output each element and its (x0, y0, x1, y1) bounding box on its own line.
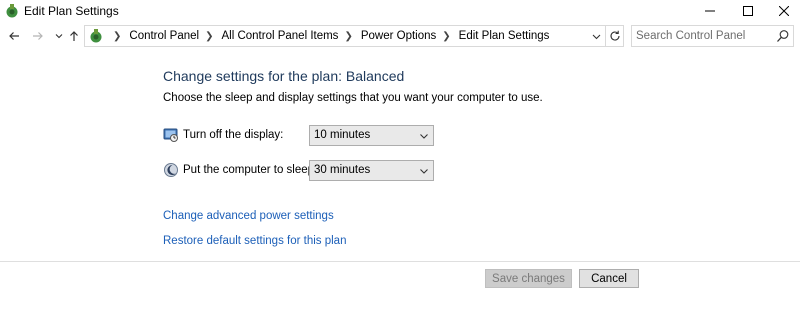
page-description: Choose the sleep and display settings th… (163, 92, 543, 104)
sleep-timeout-label: Put the computer to sleep: (183, 164, 318, 176)
close-button[interactable] (764, 0, 800, 22)
page-title: Change settings for the plan: Balanced (163, 68, 405, 84)
chevron-right-icon[interactable]: ❯ (442, 31, 450, 42)
address-box[interactable]: ❯ Control Panel ❯ All Control Panel Item… (84, 25, 624, 47)
chevron-right-icon[interactable]: ❯ (205, 31, 213, 42)
back-button[interactable] (6, 28, 22, 44)
breadcrumb: ❯ Control Panel ❯ All Control Panel Item… (107, 30, 549, 42)
window-title: Edit Plan Settings (24, 4, 119, 18)
chevron-down-icon (419, 130, 429, 140)
control-panel-icon (88, 28, 104, 44)
footer-divider (0, 261, 800, 262)
address-bar-row: ❯ Control Panel ❯ All Control Panel Item… (0, 25, 800, 49)
save-button[interactable]: Save changes (485, 269, 572, 288)
sleep-timeout-select[interactable]: 30 minutes (309, 160, 434, 181)
breadcrumb-all-items[interactable]: All Control Panel Items (221, 30, 338, 42)
maximize-button[interactable] (728, 0, 768, 22)
recent-locations-button[interactable] (51, 28, 67, 44)
refresh-button[interactable] (605, 26, 624, 46)
advanced-power-settings-link[interactable]: Change advanced power settings (163, 210, 334, 222)
chevron-down-icon (419, 165, 429, 175)
display-timeout-value: 10 minutes (314, 129, 371, 141)
chevron-right-icon[interactable]: ❯ (344, 31, 352, 42)
chevron-right-icon: ❯ (113, 30, 122, 42)
display-icon (163, 127, 179, 143)
control-panel-icon (4, 3, 20, 19)
display-timeout-select[interactable]: 10 minutes (309, 125, 434, 146)
forward-button[interactable] (30, 28, 46, 44)
search-input[interactable] (636, 28, 771, 44)
sleep-timeout-value: 30 minutes (314, 164, 371, 176)
up-button[interactable] (66, 28, 82, 44)
address-dropdown-button[interactable] (589, 29, 603, 43)
search-icon[interactable] (776, 29, 790, 43)
sleep-icon (163, 162, 179, 178)
restore-defaults-link[interactable]: Restore default settings for this plan (163, 235, 346, 247)
breadcrumb-control-panel[interactable]: Control Panel (129, 30, 199, 42)
display-timeout-label: Turn off the display: (183, 129, 284, 141)
minimize-button[interactable] (690, 0, 730, 22)
breadcrumb-power-options[interactable]: Power Options (361, 30, 436, 42)
search-box[interactable] (631, 25, 794, 47)
breadcrumb-edit-plan-settings[interactable]: Edit Plan Settings (459, 30, 550, 42)
cancel-button[interactable]: Cancel (579, 269, 639, 288)
title-bar: Edit Plan Settings (0, 0, 800, 22)
